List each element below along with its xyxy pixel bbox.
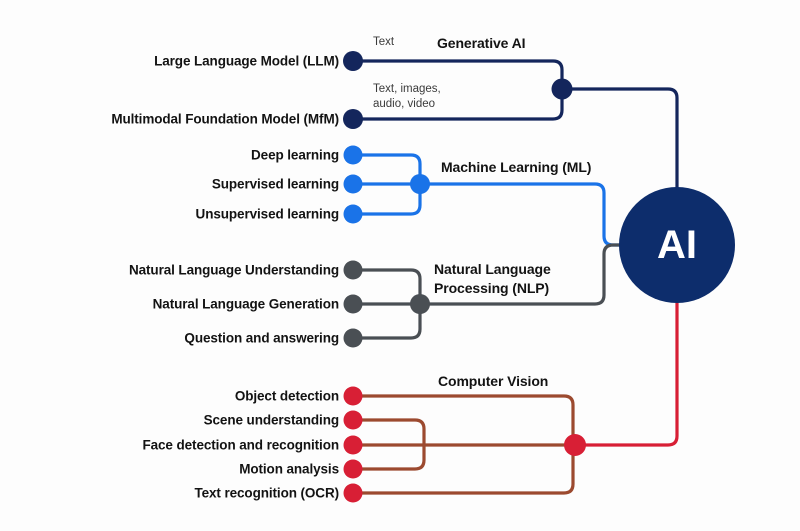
node-mfm	[343, 109, 363, 129]
node-question-answering	[343, 328, 363, 348]
node-text-recognition	[343, 483, 363, 503]
computer-vision-connectors	[351, 394, 577, 495]
node-object-detection	[343, 386, 363, 406]
group-label-generative-ai: Generative AI	[437, 35, 526, 51]
leaf-label-text-recognition-ocr: Text recognition (OCR)	[194, 485, 339, 501]
hub-nlp	[410, 294, 430, 314]
leaf-label-llm: Large Language Model (LLM)	[154, 53, 339, 69]
wire-unsupervised-learning	[351, 182, 422, 216]
leaf-label-natural-language-understanding: Natural Language Understanding	[128, 262, 339, 278]
wire-deep-learning	[351, 153, 422, 186]
leaf-label-supervised-learning: Supervised learning	[211, 176, 339, 192]
edge-note-mfm-modality: Text, images, audio, video	[373, 83, 441, 110]
leaf-label-face-detection-and-recognition: Face detection and recognition	[142, 437, 339, 453]
node-face-detection	[343, 435, 363, 455]
wire-motion-analysis	[351, 443, 426, 471]
leaf-label-unsupervised-learning: Unsupervised learning	[195, 206, 340, 222]
wire-nlu	[351, 268, 422, 306]
leaf-label-motion-analysis: Motion analysis	[239, 461, 339, 477]
computer-vision-trunk	[573, 288, 679, 447]
diagram-canvas: AI Large Language Model (LLM) Multimodal…	[0, 0, 800, 531]
leaf-label-deep-learning: Deep learning	[251, 147, 339, 163]
leaf-label-scene-understanding: Scene understanding	[203, 412, 339, 428]
group-label-computer-vision: Computer Vision	[438, 373, 549, 389]
leaf-label-object-detection: Object detection	[234, 388, 339, 404]
node-nlu	[343, 260, 363, 280]
node-deep-learning	[343, 145, 363, 165]
hub-computer-vision	[564, 434, 586, 456]
node-nlg	[343, 294, 363, 314]
ai-center-label: AI	[657, 223, 697, 267]
hub-machine-learning	[410, 174, 430, 194]
hub-generative-ai	[551, 78, 573, 100]
wire-scene-understanding	[351, 418, 426, 447]
node-scene-understanding	[343, 410, 363, 430]
edge-note-llm-modality: Text	[373, 36, 395, 48]
wire-qa	[351, 302, 422, 340]
group-label-natural-language-processing: Natural Language Processing (NLP)	[434, 261, 551, 296]
leaf-label-natural-language-generation: Natural Language Generation	[152, 296, 339, 312]
leaf-label-question-and-answering: Question and answering	[184, 330, 339, 346]
leaf-label-mfm: Multimodal Foundation Model (MfM)	[111, 111, 339, 127]
node-unsupervised-learning	[343, 204, 363, 224]
node-motion-analysis	[343, 459, 363, 479]
group-label-machine-learning: Machine Learning (ML)	[441, 159, 592, 175]
wire-ml-to-ai	[418, 182, 627, 247]
connector-wires: AI	[343, 51, 735, 503]
wire-cv-to-ai	[573, 288, 679, 447]
node-llm	[343, 51, 363, 71]
node-supervised-learning	[343, 174, 363, 194]
